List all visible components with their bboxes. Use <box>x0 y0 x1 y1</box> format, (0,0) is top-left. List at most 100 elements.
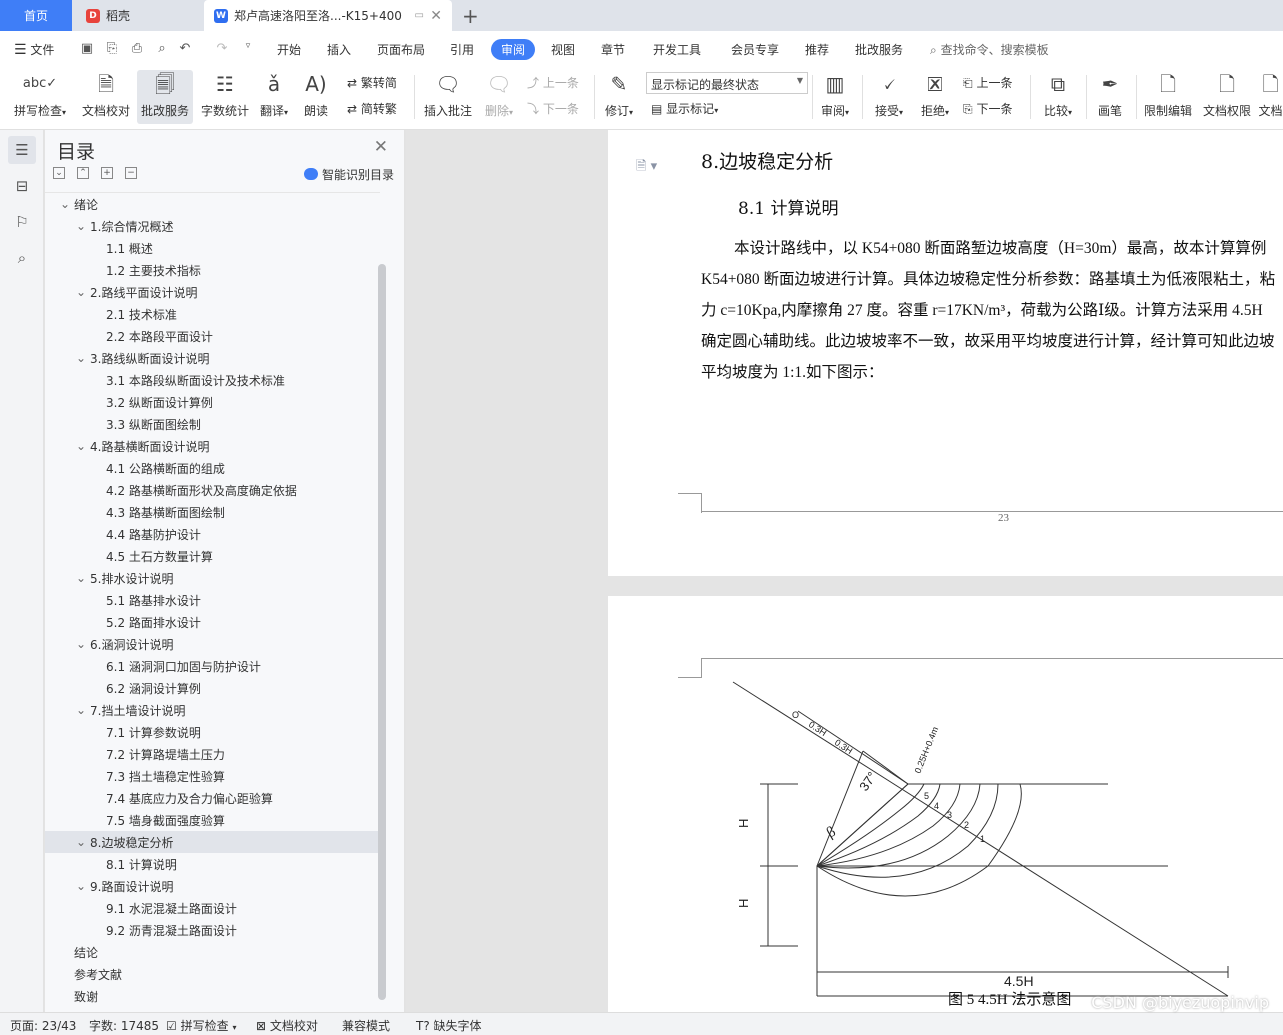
revise-button[interactable]: ✎ 修订▾ <box>600 70 638 124</box>
menu-section[interactable]: 章节 <box>601 41 625 58</box>
insert-comment-button[interactable]: 🗨 插入批注 <box>420 70 476 124</box>
toc-item[interactable]: 3.1 本路段纵断面设计及技术标准 <box>45 369 378 391</box>
accept-button[interactable]: 🗸 接受▾ <box>870 70 908 124</box>
export-icon[interactable]: ⎘ <box>104 41 120 57</box>
bookmark-icon[interactable]: ⚐ <box>8 208 36 236</box>
toc-item[interactable]: 结论 <box>45 941 378 963</box>
tab-daoke[interactable]: D 稻壳 <box>76 0 200 31</box>
review-pane-button[interactable]: ▥ 审阅▾ <box>816 70 854 124</box>
toc-item[interactable]: 4.1 公路横断面的组成 <box>45 457 378 479</box>
compat-mode[interactable]: 兼容模式 <box>342 1017 390 1034</box>
next-comment-button[interactable]: ⤵ 下一条 <box>527 100 579 117</box>
chevron-down-icon[interactable]: ⌄ <box>76 835 86 849</box>
toc-item[interactable]: ⌄ 8.边坡稳定分析 <box>45 831 378 853</box>
toc-item[interactable]: 6.2 涵洞设计算例 <box>45 677 378 699</box>
paragraph-menu-icon[interactable]: 🗎 ▾ <box>636 157 657 179</box>
pen-button[interactable]: ✒ 画笔 <box>1092 70 1128 124</box>
restrict-edit-button[interactable]: 🗋 限制编辑 <box>1140 70 1196 124</box>
toc-item[interactable]: 7.4 基底应力及合力偏心距验算 <box>45 787 378 809</box>
toc-item[interactable]: ⌄ 3.路线纵断面设计说明 <box>45 347 378 369</box>
chevron-down-icon[interactable]: ⌄ <box>76 219 86 233</box>
toc-item[interactable]: 5.1 路基排水设计 <box>45 589 378 611</box>
toc-item[interactable]: 致谢 <box>45 985 378 1007</box>
review-service-button[interactable]: 🗐 批改服务 <box>137 70 193 124</box>
toc-item[interactable]: 2.1 技术标准 <box>45 303 378 325</box>
toc-item[interactable]: 7.5 墙身截面强度验算 <box>45 809 378 831</box>
toc-item[interactable]: 6.1 涵洞洞口加固与防护设计 <box>45 655 378 677</box>
menu-start[interactable]: 开始 <box>277 41 301 58</box>
toc-item[interactable]: ⌄ 9.路面设计说明 <box>45 875 378 897</box>
compare-button[interactable]: ⧉ 比较▾ <box>1038 70 1078 124</box>
menu-insert[interactable]: 插入 <box>327 41 351 58</box>
undo-icon[interactable]: ↶ <box>177 41 193 57</box>
close-icon[interactable]: ✕ <box>374 137 388 157</box>
toc-item[interactable]: 参考文献 <box>45 963 378 985</box>
word-count-button[interactable]: ☷ 字数统计 <box>197 70 253 124</box>
expand-up-icon[interactable]: ⌃ <box>77 167 89 179</box>
search-icon[interactable]: ⌕ <box>8 244 36 272</box>
show-markup-button[interactable]: ▤ 显示标记▾ <box>651 100 718 117</box>
add-heading-icon[interactable]: + <box>101 167 113 179</box>
toc-item[interactable]: ⌄ 6.涵洞设计说明 <box>45 633 378 655</box>
toc-item[interactable]: 7.2 计算路堤墙土压力 <box>45 743 378 765</box>
remove-heading-icon[interactable]: − <box>125 167 137 179</box>
toc-item[interactable]: 4.4 路基防护设计 <box>45 523 378 545</box>
toc-item[interactable]: 1.1 概述 <box>45 237 378 259</box>
toc-item[interactable]: ⌄ 4.路基横断面设计说明 <box>45 435 378 457</box>
trad-to-simp-button[interactable]: ⇄ 繁转简 <box>347 74 397 91</box>
missing-font[interactable]: T? 缺失字体 <box>416 1017 482 1034</box>
markup-state-select[interactable]: 显示标记的最终状态 ▼ <box>646 72 808 94</box>
chevron-down-icon[interactable]: ⌄ <box>76 637 86 651</box>
redo-icon[interactable]: ↷ <box>214 41 230 57</box>
word-count[interactable]: 字数: 17485 <box>89 1017 159 1034</box>
chapter-panel-icon[interactable]: ⊟ <box>8 172 36 200</box>
menu-page-layout[interactable]: 页面布局 <box>377 41 425 58</box>
menu-review[interactable]: 审阅 <box>491 39 535 60</box>
tab-document[interactable]: W 郑卢高速洛阳至洛...-K15+400 ▭ ✕ <box>204 0 452 31</box>
toc-panel-icon[interactable]: ☰ <box>8 136 36 164</box>
close-tab-icon[interactable]: ✕ <box>430 8 442 24</box>
delete-comment-button[interactable]: 🗨 删除▾ <box>480 70 518 124</box>
chevron-down-icon[interactable]: ⌄ <box>76 571 86 585</box>
chevron-down-icon[interactable]: ⌄ <box>76 351 86 365</box>
toc-item[interactable]: 7.1 计算参数说明 <box>45 721 378 743</box>
menu-member[interactable]: 会员专享 <box>731 41 779 58</box>
menu-review-service[interactable]: 批改服务 <box>855 41 903 58</box>
simp-to-trad-button[interactable]: ⇄ 简转繁 <box>347 100 397 117</box>
chevron-down-icon[interactable]: ⌄ <box>60 197 70 211</box>
page-indicator[interactable]: 页面: 23/43 <box>10 1017 76 1034</box>
next-change-button[interactable]: ⎘ 下一条 <box>963 100 1012 117</box>
preview-icon[interactable]: ⌕ <box>154 41 170 57</box>
print-icon[interactable]: ⎙ <box>129 41 145 57</box>
menu-view[interactable]: 视图 <box>551 41 575 58</box>
toc-item[interactable]: 3.2 纵断面设计算例 <box>45 391 378 413</box>
doc-proof-button[interactable]: 🗎 文档校对 <box>78 70 134 124</box>
new-tab-icon[interactable]: + <box>462 4 479 28</box>
chevron-down-icon[interactable]: ⌄ <box>76 703 86 717</box>
read-aloud-button[interactable]: A) 朗读 <box>298 70 334 124</box>
toc-item[interactable]: ⌄ 绪论 <box>45 193 378 215</box>
toc-item[interactable]: 4.5 土石方数量计算 <box>45 545 378 567</box>
menu-references[interactable]: 引用 <box>450 41 474 58</box>
toc-item[interactable]: 4.3 路基横断面图绘制 <box>45 501 378 523</box>
chevron-down-icon[interactable]: ⌄ <box>76 285 86 299</box>
file-menu[interactable]: ☰ 文件 <box>14 41 54 58</box>
toc-item[interactable]: ⌄ 1.综合情况概述 <box>45 215 378 237</box>
toc-item[interactable]: 2.2 本路段平面设计 <box>45 325 378 347</box>
toc-item[interactable]: 5.2 路面排水设计 <box>45 611 378 633</box>
translate-button[interactable]: ǎ 翻译▾ <box>256 70 292 124</box>
prev-comment-button[interactable]: ⤴ 上一条 <box>527 74 579 91</box>
toc-item[interactable]: ⌄ 5.排水设计说明 <box>45 567 378 589</box>
toc-item[interactable]: ⌄ 7.挡土墙设计说明 <box>45 699 378 721</box>
toc-scrollbar[interactable] <box>378 264 386 1000</box>
status-proof[interactable]: ⊠ 文档校对 <box>256 1017 318 1034</box>
prev-change-button[interactable]: ⎗ 上一条 <box>963 74 1012 91</box>
status-spellcheck[interactable]: ☑ 拼写检查 ▾ <box>166 1017 236 1034</box>
chevron-down-icon[interactable]: ⌄ <box>76 439 86 453</box>
menu-recommend[interactable]: 推荐 <box>805 41 829 58</box>
doc-permission-button[interactable]: 🗋 文档权限 <box>1200 70 1254 124</box>
toc-item[interactable]: 8.1 计算说明 <box>45 853 378 875</box>
toc-item[interactable]: ⌄ 2.路线平面设计说明 <box>45 281 378 303</box>
toc-item[interactable]: 9.1 水泥混凝土路面设计 <box>45 897 378 919</box>
document-page[interactable]: 🗎 ▾ 8.边坡稳定分析 8.1 计算说明 本设计路线中，以 K54+080 断… <box>608 130 1283 576</box>
